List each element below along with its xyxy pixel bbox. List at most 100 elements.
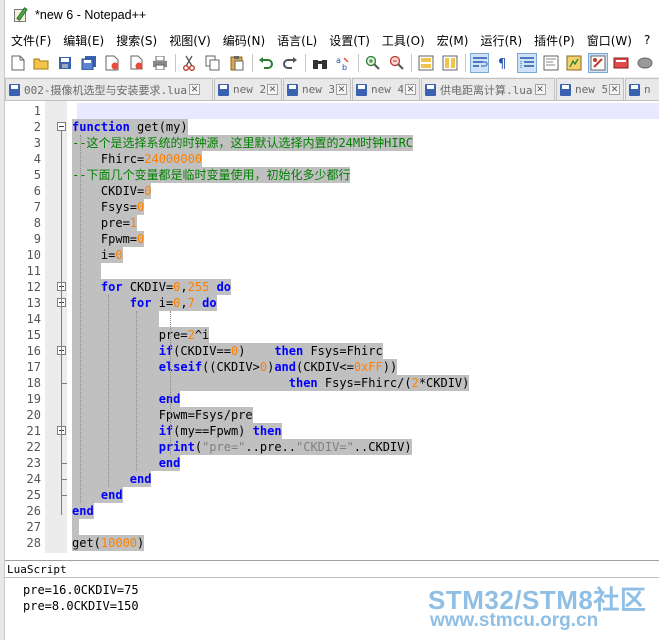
tab-close-icon[interactable]: ✕ (336, 84, 347, 95)
fold-collapse-icon[interactable] (57, 122, 66, 131)
menu-item[interactable]: 插件(P) (528, 32, 581, 49)
code-token: get( (72, 536, 101, 550)
menu-item[interactable]: 宏(M) (431, 32, 475, 49)
sync-horizontal-icon[interactable] (440, 53, 460, 73)
menu-item[interactable]: 文件(F) (5, 32, 57, 49)
file-saved-icon (629, 83, 640, 96)
line-number: 24 (26, 472, 41, 486)
code-line: end (72, 455, 181, 471)
menu-item[interactable]: 工具(O) (376, 32, 431, 49)
show-all-characters-icon[interactable]: ¶ (493, 53, 513, 73)
code-line: for CKDIV=0,255 do (72, 279, 232, 295)
code-token: function (72, 120, 130, 134)
file-saved-icon (218, 83, 229, 96)
line-number: 17 (26, 360, 41, 374)
tab-close-icon[interactable]: ✕ (188, 84, 200, 95)
menu-item[interactable]: 搜索(S) (110, 32, 163, 49)
fold-end-marker (61, 495, 67, 496)
code-token: then (274, 344, 304, 358)
tab-close-icon[interactable]: ✕ (267, 84, 278, 95)
menu-item[interactable]: 设置(T) (323, 32, 376, 49)
code-token: CKDIV= (122, 280, 174, 294)
code-token: ( (194, 440, 203, 454)
code-token: (CKDIV<= (296, 360, 354, 374)
open-file-icon[interactable] (32, 53, 52, 73)
save-icon[interactable] (55, 53, 75, 73)
menu-item[interactable]: 编码(N) (217, 32, 271, 49)
svg-text:b: b (342, 63, 347, 71)
save-all-icon[interactable] (79, 53, 99, 73)
editor-tab[interactable]: new 2 ✕ (214, 78, 282, 100)
tab-close-icon[interactable]: ✕ (534, 84, 546, 95)
editor-tab[interactable]: new 4 ✕ (352, 78, 420, 100)
record-macro-icon[interactable] (635, 53, 655, 73)
new-file-icon[interactable] (8, 53, 28, 73)
menu-item[interactable]: 语言(L) (271, 32, 323, 49)
code-token: for (100, 280, 123, 294)
sync-vertical-icon[interactable] (416, 53, 436, 73)
close-icon[interactable] (103, 53, 123, 73)
editor-tab[interactable]: 002-摄像机选型与安装要求.lua ✕ (5, 78, 213, 100)
code-editor[interactable]: 1 2 function get(my) 3 --这个是选择系统的时钟源，这里默认选择内… (5, 101, 659, 553)
code-line: --下面几个变量都是临时变量使用，初始化多少都行 (72, 167, 351, 183)
code-token: end (100, 488, 123, 502)
editor-tab[interactable]: n (625, 78, 659, 100)
indent-guide (108, 295, 109, 487)
tab-label: new 4 (371, 83, 403, 96)
code-line: Fpwm=Fsys/pre (72, 407, 253, 423)
tab-close-icon[interactable]: ✕ (405, 84, 416, 95)
code-token: do (216, 280, 232, 294)
zoom-out-icon[interactable] (387, 53, 407, 73)
code-token: --这个是选择系统的时钟源，这里默认选择内置的24M时钟HIRC (72, 136, 414, 150)
code-token: ) (137, 536, 145, 550)
code-token: end (158, 456, 181, 470)
replace-icon[interactable]: ab (333, 53, 353, 73)
document-map-icon[interactable] (564, 53, 584, 73)
code-token: "CKDIV=" (296, 440, 354, 454)
menu-bar: 文件(F) 编辑(E) 搜索(S) 视图(V) 编码(N) 语言(L) 设置(T) 工具(O)… (5, 30, 659, 50)
code-line: for i=0,7 do (72, 295, 217, 311)
menu-item[interactable]: 编辑(E) (57, 32, 110, 49)
code-token: 1 (129, 216, 138, 230)
menu-item[interactable]: 运行(R) (474, 32, 528, 49)
code-token: "pre=" (202, 440, 246, 454)
function-list-icon[interactable] (588, 53, 608, 73)
code-token: ((CKDIV> (202, 360, 260, 374)
cut-icon[interactable] (180, 53, 200, 73)
editor-tab[interactable]: new 5 ✕ (556, 78, 624, 100)
code-token: ^i (194, 328, 210, 342)
code-token: ) (238, 344, 275, 358)
editor-tab[interactable]: new 3 ✕ (283, 78, 351, 100)
code-token: print (158, 440, 195, 454)
menu-item[interactable]: 视图(V) (163, 32, 217, 49)
undo-icon[interactable] (257, 53, 277, 73)
close-all-icon[interactable] (126, 53, 146, 73)
toolbar-separator (251, 54, 253, 72)
word-wrap-icon[interactable] (469, 53, 490, 73)
folder-as-workspace-icon[interactable] (612, 53, 632, 73)
code-token: --下面几个变量都是临时变量使用，初始化多少都行 (72, 168, 351, 182)
zoom-in-icon[interactable] (363, 53, 383, 73)
code-token: Fpwm= (72, 232, 138, 246)
tab-close-icon[interactable]: ✕ (609, 84, 620, 95)
toolbar-separator (174, 54, 176, 72)
code-token: 0 (259, 360, 268, 374)
find-icon[interactable] (310, 53, 330, 73)
paste-icon[interactable] (227, 53, 247, 73)
code-token: ..pre.. (245, 440, 296, 454)
user-defined-language-icon[interactable] (541, 53, 561, 73)
indent-guide-icon[interactable] (517, 53, 537, 73)
code-line (72, 263, 101, 279)
copy-icon[interactable] (203, 53, 223, 73)
menu-item[interactable]: 窗口(W) (581, 32, 638, 49)
redo-icon[interactable] (280, 53, 300, 73)
editor-tab[interactable]: 供电距离计算.lua ✕ (421, 78, 555, 100)
menu-item[interactable]: ? (638, 33, 656, 47)
print-icon[interactable] (150, 53, 170, 73)
tab-label: new 2 (233, 83, 265, 96)
console-output-line: pre=16.0CKDIV=75 (23, 583, 139, 597)
